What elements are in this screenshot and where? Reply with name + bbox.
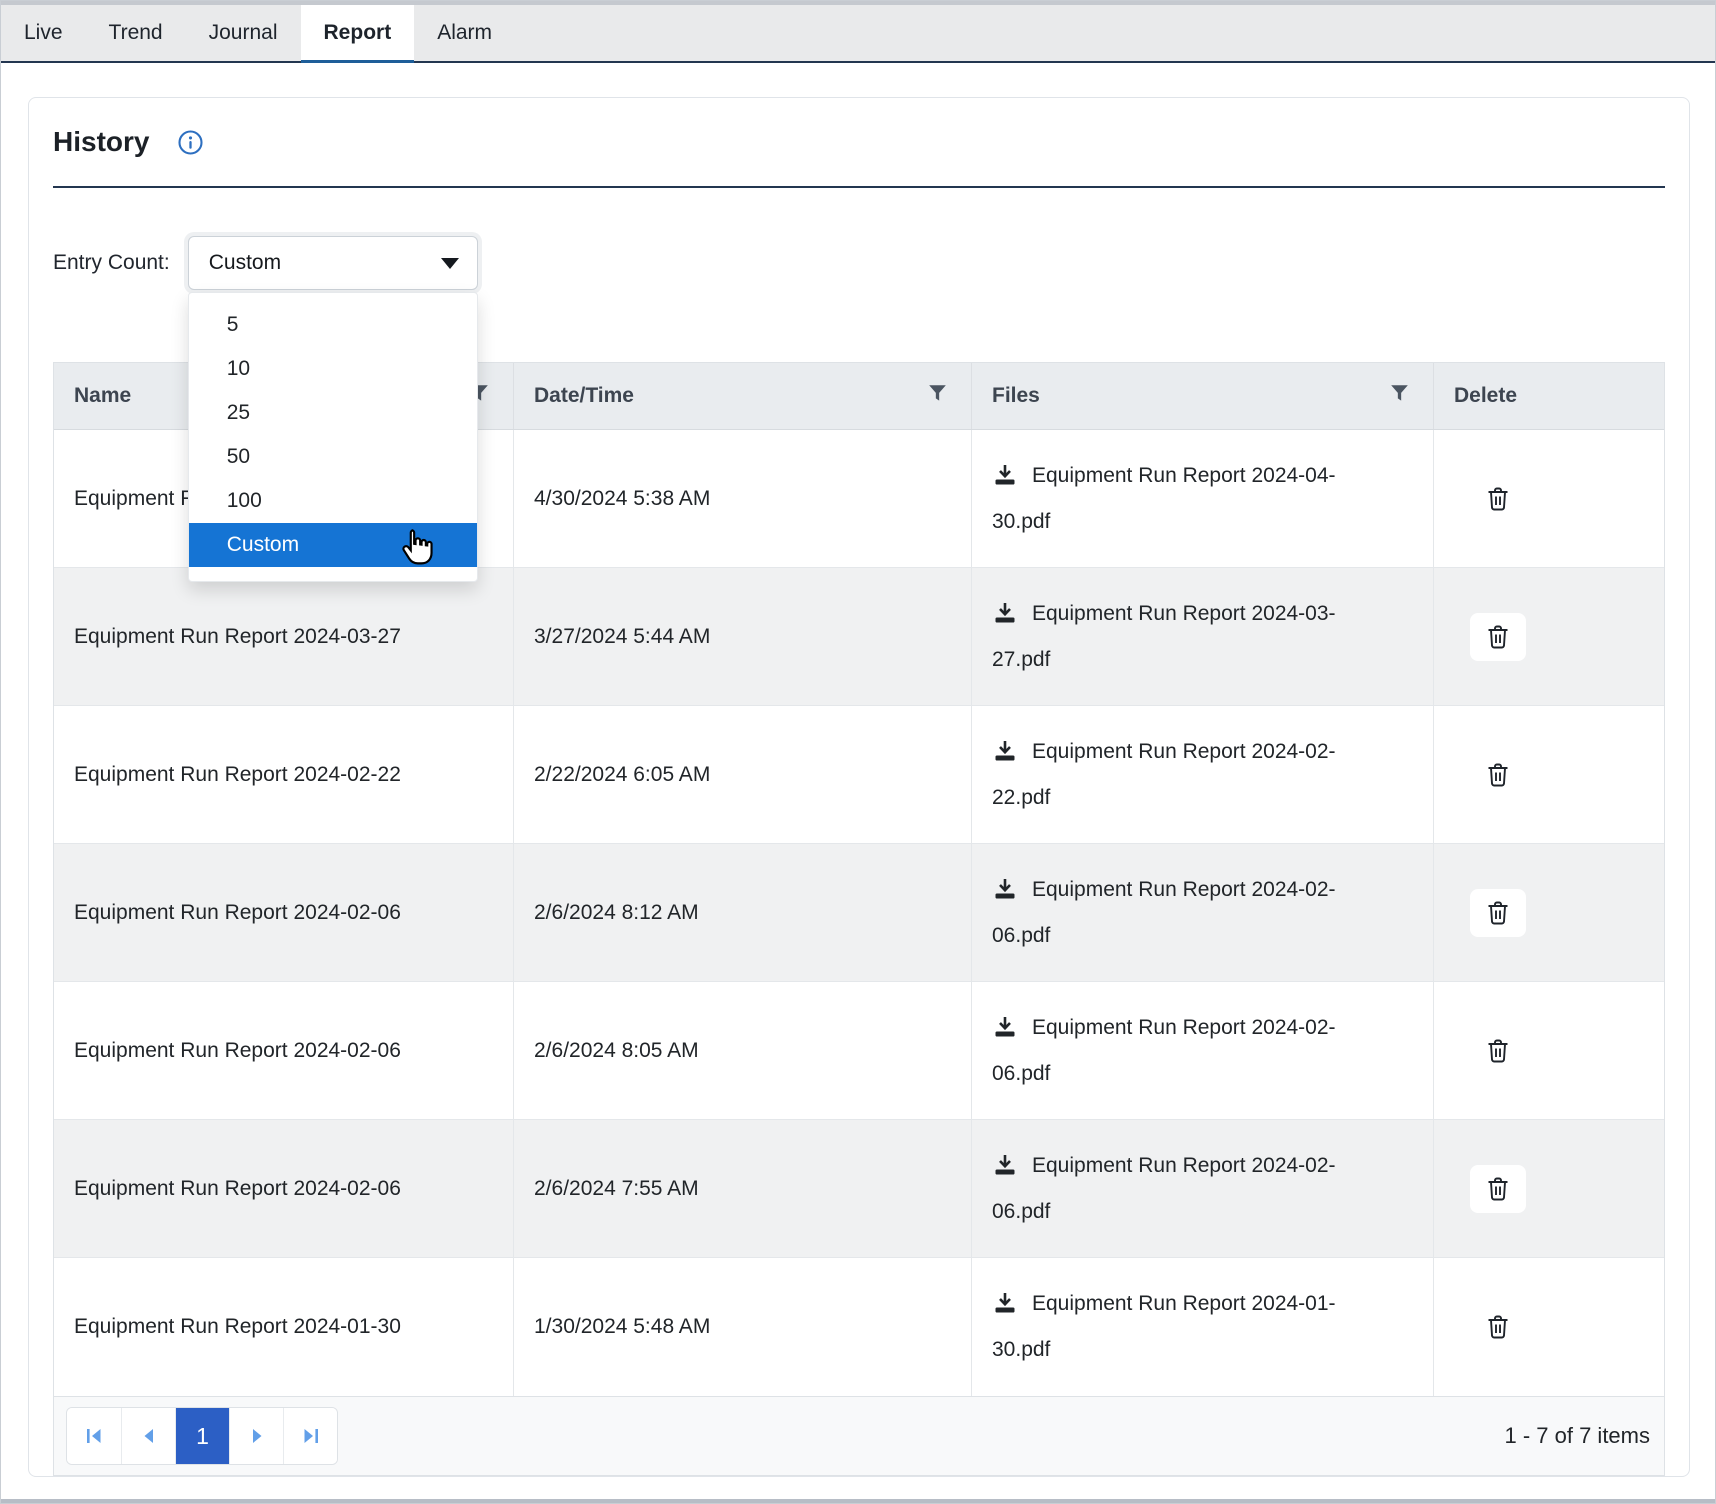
pagination-buttons: 1 [66,1407,338,1465]
entry-count-select[interactable]: Custom [188,236,478,290]
name-cell: Equipment Run Report 2024-02-06 [54,1120,513,1257]
datetime-cell: 2/6/2024 8:05 AM [513,982,971,1119]
download-icon [992,464,1032,487]
name-cell: Equipment Run Report 2024-02-06 [54,844,513,981]
items-count-label: 1 - 7 of 7 items [1504,1423,1650,1449]
tab-trend[interactable]: Trend [86,5,186,61]
last-page-button[interactable] [283,1408,337,1464]
option-50[interactable]: 50 [189,435,477,479]
name-cell: Equipment Run Report 2024-03-27 [54,568,513,705]
files-cell: Equipment Run Report 2024-02-06.pdf [971,844,1433,981]
filter-icon[interactable] [928,384,947,409]
tab-report[interactable]: Report [301,5,415,61]
name-header-label: Name [74,384,131,408]
next-page-button[interactable] [229,1408,283,1464]
name-cell: Equipment Run Report 2024-02-22 [54,706,513,843]
delete-cell [1433,1120,1664,1257]
file-download-link[interactable]: Equipment Run Report 2024-03-27.pdf [992,591,1364,683]
delete-button[interactable] [1470,751,1526,799]
window-bottom-edge [1,1499,1715,1503]
card-header: History [53,124,1665,160]
column-header-files: Files [971,363,1433,429]
table-row: Equipment Run Report 2024-01-30 1/30/202… [54,1258,1664,1396]
delete-cell [1433,430,1664,567]
column-header-delete: Delete [1433,363,1664,429]
previous-page-button[interactable] [121,1408,175,1464]
download-icon [992,1292,1032,1315]
datetime-header-label: Date/Time [534,384,634,408]
delete-cell [1433,568,1664,705]
column-header-datetime: Date/Time [513,363,971,429]
files-cell: Equipment Run Report 2024-04-30.pdf [971,430,1433,567]
files-cell: Equipment Run Report 2024-02-22.pdf [971,706,1433,843]
table-row: Equipment Run Report 2024-02-06 2/6/2024… [54,844,1664,982]
delete-button[interactable] [1470,613,1526,661]
delete-button[interactable] [1470,889,1526,937]
datetime-cell: 3/27/2024 5:44 AM [513,568,971,705]
download-icon [992,878,1032,901]
file-download-link[interactable]: Equipment Run Report 2024-01-30.pdf [992,1281,1364,1373]
datetime-cell: 2/22/2024 6:05 AM [513,706,971,843]
option-5[interactable]: 5 [189,303,477,347]
pagination-bar: 1 1 - 7 of 7 items [53,1396,1665,1476]
file-download-link[interactable]: Equipment Run Report 2024-02-06.pdf [992,1143,1364,1235]
entry-count-row: Entry Count: Custom 5 10 25 50 100 Custo… [53,236,1665,290]
datetime-cell: 2/6/2024 8:12 AM [513,844,971,981]
delete-cell [1433,844,1664,981]
entry-count-dropdown: 5 10 25 50 100 Custom [188,292,478,582]
delete-header-label: Delete [1454,384,1517,408]
datetime-cell: 1/30/2024 5:48 AM [513,1258,971,1396]
hand-cursor-icon [395,528,433,574]
delete-button[interactable] [1470,1303,1526,1351]
table-row: Equipment Run Report 2024-02-06 2/6/2024… [54,1120,1664,1258]
table-row: Equipment Run Report 2024-02-22 2/22/202… [54,706,1664,844]
file-download-link[interactable]: Equipment Run Report 2024-02-22.pdf [992,729,1364,821]
name-cell: Equipment Run Report 2024-01-30 [54,1258,513,1396]
download-icon [992,1154,1032,1177]
files-cell: Equipment Run Report 2024-01-30.pdf [971,1258,1433,1396]
files-cell: Equipment Run Report 2024-03-27.pdf [971,568,1433,705]
table-row: Equipment Run Report 2024-02-06 2/6/2024… [54,982,1664,1120]
datetime-cell: 2/6/2024 7:55 AM [513,1120,971,1257]
first-page-button[interactable] [67,1408,121,1464]
history-card: History Entry Count: Custom 5 10 [28,97,1690,1477]
delete-button[interactable] [1470,1165,1526,1213]
option-custom-label: Custom [227,533,299,557]
delete-cell [1433,706,1664,843]
files-cell: Equipment Run Report 2024-02-06.pdf [971,1120,1433,1257]
download-icon [992,1016,1032,1039]
chevron-down-icon [441,258,459,269]
delete-cell [1433,982,1664,1119]
entry-count-value: Custom [209,251,281,275]
option-custom[interactable]: Custom [189,523,477,567]
tab-live[interactable]: Live [1,5,86,61]
entry-count-combo-wrap: Custom 5 10 25 50 100 Custom [188,236,478,290]
entry-count-label: Entry Count: [53,251,170,275]
option-10[interactable]: 10 [189,347,477,391]
table-row: Equipment Run Report 2024-03-27 3/27/202… [54,568,1664,706]
delete-cell [1433,1258,1664,1396]
delete-button[interactable] [1470,475,1526,523]
option-25[interactable]: 25 [189,391,477,435]
file-download-link[interactable]: Equipment Run Report 2024-02-06.pdf [992,867,1364,959]
title-divider [53,186,1665,188]
info-icon[interactable] [177,129,204,156]
name-cell: Equipment Run Report 2024-02-06 [54,982,513,1119]
datetime-cell: 4/30/2024 5:38 AM [513,430,971,567]
option-100[interactable]: 100 [189,479,477,523]
tab-journal[interactable]: Journal [186,5,301,61]
tab-bar: Live Trend Journal Report Alarm [1,5,1715,63]
file-download-link[interactable]: Equipment Run Report 2024-02-06.pdf [992,1005,1364,1097]
download-icon [992,602,1032,625]
page-title: History [53,124,149,160]
file-download-link[interactable]: Equipment Run Report 2024-04-30.pdf [992,453,1364,545]
filter-icon[interactable] [1390,384,1409,409]
delete-button[interactable] [1470,1027,1526,1075]
page-1-button[interactable]: 1 [175,1408,229,1464]
files-header-label: Files [992,384,1040,408]
app-window: Live Trend Journal Report Alarm History … [0,0,1716,1504]
tab-alarm[interactable]: Alarm [414,5,515,61]
files-cell: Equipment Run Report 2024-02-06.pdf [971,982,1433,1119]
download-icon [992,740,1032,763]
